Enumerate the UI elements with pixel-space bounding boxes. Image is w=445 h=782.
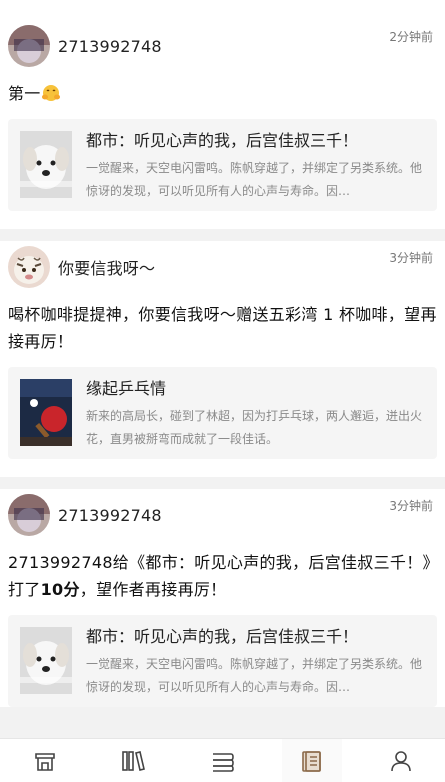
- post-header: 你要信我呀～ 3分钟前: [8, 241, 437, 293]
- post-time: 3分钟前: [389, 251, 433, 265]
- post-text-content: 第一: [8, 84, 41, 103]
- book-info: 缘起乒乓情 新来的高局长，碰到了林超，因为打乒乓球，两人邂逅，迸出火花，直男被掰…: [86, 379, 425, 459]
- feed-post: 2713992748 3分钟前 2713992748给《都市：听见心声的我，后宫…: [0, 489, 445, 707]
- book-cover: [20, 131, 72, 198]
- tab-feed[interactable]: [281, 738, 342, 782]
- hug-emoji-icon: [41, 80, 61, 107]
- book-info: 都市：听见心声的我，后宫佳叔三千！ 一觉醒来，天空电闪雷鸣。陈帆穿越了，并绑定了…: [86, 627, 425, 707]
- post-username[interactable]: 你要信我呀～: [58, 255, 155, 279]
- post-header: 2713992748 3分钟前: [8, 489, 437, 541]
- bookstore-icon: [34, 752, 55, 771]
- category-icon: [212, 752, 234, 772]
- library-icon: [121, 750, 145, 771]
- book-description: 一觉醒来，天空电闪雷鸣。陈帆穿越了，并绑定了另类系统。他惊讶的发现，可以听见所有…: [86, 657, 423, 694]
- book-description: 一觉醒来，天空电闪雷鸣。陈帆穿越了，并绑定了另类系统。他惊讶的发现，可以听见所有…: [86, 161, 423, 198]
- post-separator: [0, 477, 445, 489]
- post-time: 3分钟前: [389, 499, 433, 513]
- post-text: 喝杯咖啡提提神，你要信我呀～赠送五彩湾 1 杯咖啡，望再接再厉！: [8, 305, 437, 351]
- post-username[interactable]: 2713992748: [58, 506, 162, 525]
- post-username[interactable]: 2713992748: [58, 37, 162, 56]
- book-description: 新来的高局长，碰到了林超，因为打乒乓球，两人邂逅，迸出火花，直男被掰弯而成就了一…: [86, 409, 423, 446]
- tab-bookstore[interactable]: [15, 739, 75, 782]
- book-title: 缘起乒乓情: [86, 379, 167, 398]
- book-card[interactable]: 都市：听见心声的我，后宫佳叔三千！ 一觉醒来，天空电闪雷鸣。陈帆穿越了，并绑定了…: [8, 615, 437, 707]
- avatar[interactable]: [8, 246, 50, 288]
- book-title: 都市：听见心声的我，后宫佳叔三千！: [86, 627, 359, 646]
- tab-library[interactable]: [104, 739, 164, 782]
- tab-category[interactable]: [193, 739, 253, 782]
- avatar[interactable]: [8, 494, 50, 536]
- book-card[interactable]: 都市：听见心声的我，后宫佳叔三千！ 一觉醒来，天空电闪雷鸣。陈帆穿越了，并绑定了…: [8, 119, 437, 211]
- profile-icon: [390, 750, 411, 771]
- post-score: 10分: [40, 580, 80, 599]
- book-card[interactable]: 缘起乒乓情 新来的高局长，碰到了林超，因为打乒乓球，两人邂逅，迸出火花，直男被掰…: [8, 367, 437, 459]
- avatar[interactable]: [8, 25, 50, 67]
- post-time: 2分钟前: [389, 30, 433, 44]
- feed-top-gap: [0, 0, 445, 20]
- post-text: 第一: [8, 72, 437, 119]
- book-info: 都市：听见心声的我，后宫佳叔三千！ 一觉醒来，天空电闪雷鸣。陈帆穿越了，并绑定了…: [86, 131, 425, 211]
- book-title: 都市：听见心声的我，后宫佳叔三千！: [86, 131, 359, 150]
- feed-post: 你要信我呀～ 3分钟前 喝杯咖啡提提神，你要信我呀～赠送五彩湾 1 杯咖啡，望再…: [0, 241, 445, 477]
- post-header: 2713992748 2分钟前: [8, 20, 437, 72]
- book-cover: [20, 627, 72, 694]
- feed: 2713992748 2分钟前 第一 都市：听见心声的我，后宫佳叔三千！ 一觉醒…: [0, 0, 445, 719]
- post-text-suffix: ，望作者再接再厉！: [79, 580, 227, 599]
- post-separator: [0, 229, 445, 241]
- feed-icon: [301, 750, 321, 772]
- book-cover: [20, 379, 72, 446]
- post-text: 2713992748给《都市：听见心声的我，后宫佳叔三千！》打了10分，望作者再…: [8, 541, 437, 615]
- tab-profile[interactable]: [371, 739, 431, 782]
- bottom-tab-bar: [0, 738, 445, 782]
- feed-post: 2713992748 2分钟前 第一 都市：听见心声的我，后宫佳叔三千！ 一觉醒…: [0, 20, 445, 229]
